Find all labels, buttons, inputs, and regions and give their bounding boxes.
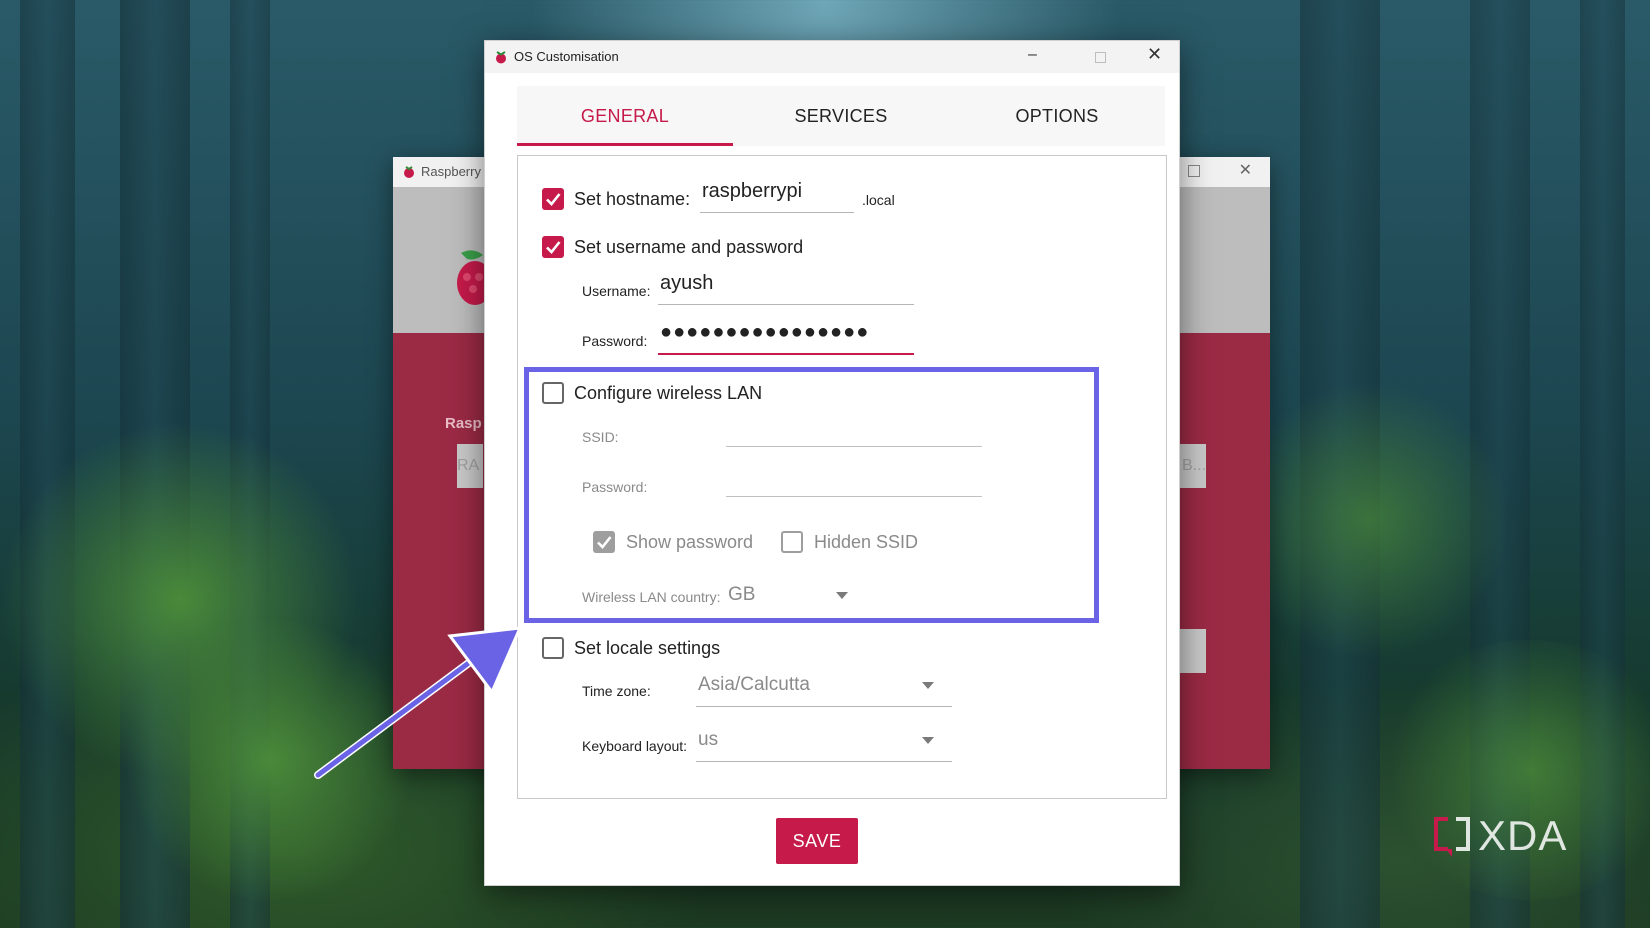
set-hostname-checkbox[interactable] xyxy=(542,188,564,210)
set-username-password-checkbox[interactable] xyxy=(542,236,564,258)
imager-device-label: Rasp xyxy=(445,415,482,432)
xda-logo-icon xyxy=(1434,817,1470,857)
active-tab-indicator xyxy=(517,143,733,146)
set-username-password-label: Set username and password xyxy=(574,237,804,257)
password-input[interactable]: ●●●●●●●●●●●●●●●● xyxy=(658,319,914,355)
tab-bar: GENERAL SERVICES OPTIONS xyxy=(517,86,1165,146)
keyboard-layout-select[interactable]: us xyxy=(696,721,952,762)
checkmark-icon xyxy=(546,241,561,254)
choose-storage-button[interactable]: B... xyxy=(1176,444,1206,488)
close-icon[interactable]: ✕ xyxy=(1239,160,1252,180)
set-hostname-label: Set hostname: xyxy=(574,189,691,209)
save-button[interactable]: SAVE xyxy=(776,818,858,864)
minimize-icon[interactable]: – xyxy=(1028,46,1037,64)
dialog-titlebar: OS Customisation – ✕ xyxy=(485,41,1179,73)
time-zone-select[interactable]: Asia/Calcutta xyxy=(696,666,952,707)
tab-services[interactable]: SERVICES xyxy=(733,86,949,146)
close-icon[interactable]: ✕ xyxy=(1147,44,1162,65)
set-locale-settings-label: Set locale settings xyxy=(574,638,721,658)
chevron-down-icon xyxy=(922,737,934,744)
checkmark-icon xyxy=(546,193,561,206)
raspberry-app-icon xyxy=(496,51,506,64)
xda-wordmark: XDA xyxy=(1478,812,1568,859)
chevron-down-icon xyxy=(922,682,934,689)
next-button[interactable] xyxy=(1176,629,1206,673)
set-locale-settings-checkbox[interactable] xyxy=(542,637,564,659)
tab-general[interactable]: GENERAL xyxy=(517,86,733,146)
hostname-input[interactable]: raspberrypi xyxy=(700,178,854,213)
time-zone-label: Time zone: xyxy=(582,683,651,699)
xda-watermark: XDA xyxy=(1432,812,1592,862)
annotation-arrow-icon xyxy=(314,626,523,779)
choose-device-button[interactable]: RA xyxy=(457,444,483,488)
username-input[interactable]: ayush xyxy=(658,270,914,305)
maximize-icon[interactable] xyxy=(1095,52,1106,63)
password-label: Password: xyxy=(582,333,648,349)
maximize-icon[interactable] xyxy=(1188,165,1200,177)
tab-options[interactable]: OPTIONS xyxy=(949,86,1165,146)
hostname-suffix: .local xyxy=(862,192,895,208)
raspberry-app-icon xyxy=(404,166,414,178)
imager-title: Raspberry xyxy=(421,164,481,179)
wireless-lan-highlight xyxy=(524,367,1099,623)
dialog-title: OS Customisation xyxy=(514,49,619,64)
keyboard-layout-label: Keyboard layout: xyxy=(582,738,688,754)
username-label: Username: xyxy=(582,283,651,299)
